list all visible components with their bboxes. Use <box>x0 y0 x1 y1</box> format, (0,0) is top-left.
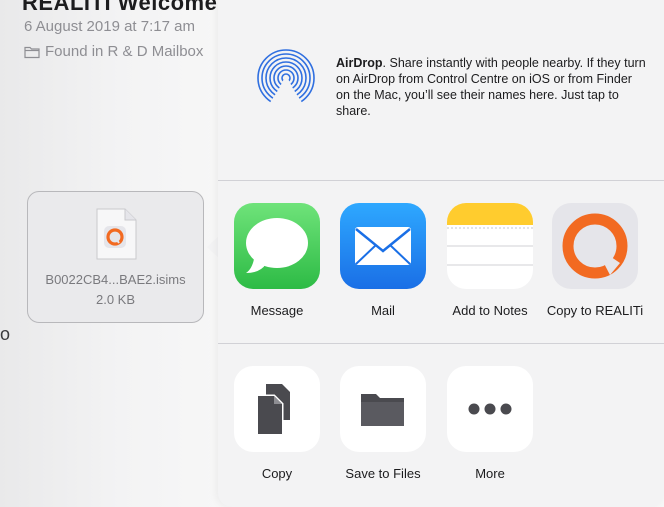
share-app-notes[interactable]: Add to Notes <box>440 203 540 318</box>
mail-icon <box>340 203 426 289</box>
document-icon <box>96 208 137 260</box>
action-label: More <box>475 466 505 481</box>
attachment-size: 2.0 KB <box>95 292 136 307</box>
share-app-label: Message <box>250 303 304 318</box>
attachment-preview[interactable]: B0022CB4...BAE2.isims 2.0 KB <box>27 191 204 323</box>
notes-icon <box>447 203 533 289</box>
mail-folder-label: Found in R & D Mailbox <box>45 43 204 60</box>
background-text-fragment: o <box>0 324 11 344</box>
airdrop-description: AirDrop. Share instantly with people nea… <box>336 55 648 119</box>
more-icon <box>447 366 533 452</box>
action-label: Copy <box>261 466 293 481</box>
share-app-realiti[interactable]: Copy to REALITi <box>545 203 645 318</box>
airdrop-title: AirDrop <box>336 56 383 70</box>
action-label: Save to Files <box>345 466 421 481</box>
share-app-label: Add to Notes <box>452 303 528 318</box>
copy-icon <box>234 366 320 452</box>
share-app-label: Mail <box>371 303 395 318</box>
airdrop-icon[interactable] <box>256 42 316 122</box>
divider <box>218 343 664 344</box>
mail-folder-line: Found in R & D Mailbox <box>24 43 203 60</box>
folder-outline-icon <box>24 46 40 58</box>
message-icon <box>234 203 320 289</box>
folder-icon <box>340 366 426 452</box>
action-save-to-files[interactable]: Save to Files <box>333 366 433 481</box>
attachment-filename: B0022CB4...BAE2.isims <box>45 272 186 287</box>
airdrop-body: . Share instantly with people nearby. If… <box>336 56 646 118</box>
divider <box>218 180 664 181</box>
share-app-mail[interactable]: Mail <box>333 203 433 318</box>
share-app-label: Copy to REALITi <box>546 303 644 318</box>
realiti-icon <box>552 203 638 289</box>
share-app-message[interactable]: Message <box>227 203 327 318</box>
action-copy[interactable]: Copy <box>227 366 327 481</box>
share-sheet: AirDrop. Share instantly with people nea… <box>218 0 664 507</box>
mail-date: 6 August 2019 at 7:17 am <box>24 18 195 35</box>
action-more[interactable]: More <box>440 366 540 481</box>
